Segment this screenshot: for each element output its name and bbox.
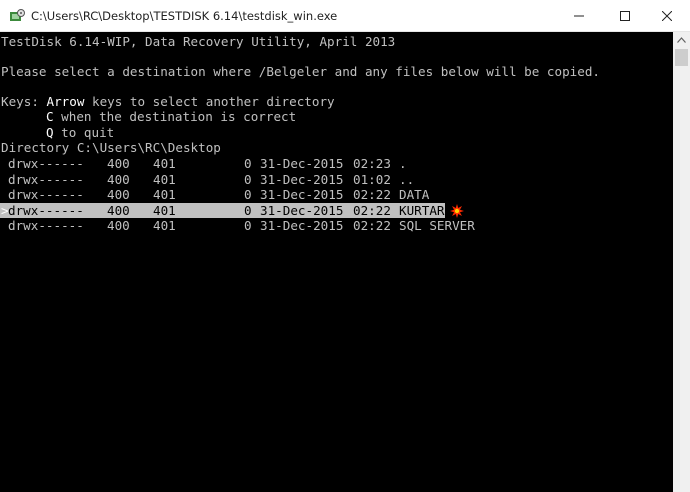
keys-arrow-desc: keys to select another directory (84, 94, 335, 109)
entry-gid: 401 (153, 218, 176, 233)
entry-uid: 400 (107, 218, 130, 233)
close-icon (662, 10, 672, 21)
console-window: C:\Users\RC\Desktop\TESTDISK 6.14\testdi… (0, 0, 690, 492)
entry-size: 0 (244, 187, 252, 202)
entry-gid: 401 (153, 156, 176, 171)
testdisk-app-icon (10, 9, 25, 21)
entry-uid: 400 (107, 202, 130, 218)
keys-help-line-2: C when the destination is correct (46, 109, 296, 124)
prompt-line: Please select a destination where /Belge… (1, 64, 600, 79)
entry-date: 31-Dec-2015 (260, 202, 344, 218)
directory-path: Directory C:\Users\RC\Desktop (1, 140, 221, 155)
directory-entry[interactable]: drwx------ 400 401 0 31-Dec-2015 02:23. (0, 156, 673, 171)
directory-entry[interactable]: drwx------ 400 401 0 31-Dec-2015 02:22 DATA (0, 187, 673, 202)
entry-date: 31-Dec-2015 (260, 156, 344, 171)
header-line: TestDisk 6.14-WIP, Data Recovery Utility… (1, 34, 396, 49)
entry-perms: drwx------ (8, 202, 84, 218)
key-c: C (46, 109, 54, 124)
entry-perms: drwx------ (8, 156, 84, 171)
entry-name: .. (399, 171, 415, 187)
entry-date: 31-Dec-2015 (260, 171, 344, 187)
entry-name: DATA (399, 187, 430, 202)
entry-size: 0 (244, 218, 252, 233)
minimize-button[interactable] (556, 0, 602, 31)
entry-name: SQL SERVER (399, 218, 475, 233)
entry-uid: 400 (107, 187, 130, 202)
entry-time: 02:22 (353, 202, 391, 218)
key-arrow: Arrow (46, 94, 85, 109)
entry-gid: 401 (153, 187, 176, 202)
entry-perms: drwx------ (8, 218, 84, 233)
maximize-button[interactable] (602, 0, 648, 31)
entry-uid: 400 (107, 171, 130, 187)
entry-date: 31-Dec-2015 (260, 218, 344, 233)
close-button[interactable] (644, 0, 690, 31)
keys-help-line-1: Keys: Arrow keys to select another direc… (1, 94, 335, 109)
maximize-icon (620, 10, 630, 21)
keys-c-desc: when the destination is correct (53, 109, 297, 124)
entry-time: 02:23 (353, 156, 391, 171)
entry-time: 02:22 (353, 187, 391, 202)
entry-size: 0 (244, 171, 252, 187)
keys-q-desc: to quit (53, 125, 115, 140)
entry-time: 01:02 (353, 171, 391, 187)
entry-gid: 401 (153, 202, 176, 218)
console-output: TestDisk 6.14-WIP, Data Recovery Utility… (0, 32, 673, 492)
minimize-icon (574, 15, 584, 16)
keys-prefix: Keys: (1, 94, 47, 109)
entry-time: 02:22 (353, 218, 391, 233)
directory-entry[interactable]: > drwx------ 400 401 0 31-Dec-2015 02:22 KURTAR (0, 202, 673, 218)
chevron-up-icon (677, 37, 686, 43)
directory-entry[interactable]: drwx------ 400 401 0 31-Dec-2015 01:02.. (0, 172, 673, 187)
scroll-up-button[interactable] (673, 32, 690, 48)
directory-entry[interactable]: drwx------ 400 401 0 31-Dec-2015 02:22 SQL SER… (0, 218, 673, 233)
entry-gid: 401 (153, 171, 176, 187)
keys-help-line-3: Q to quit (46, 125, 114, 140)
entry-size: 0 (244, 156, 252, 171)
scroll-thumb[interactable] (675, 49, 688, 66)
vertical-scrollbar[interactable] (673, 32, 690, 492)
title-bar[interactable]: C:\Users\RC\Desktop\TESTDISK 6.14\testdi… (0, 0, 690, 32)
entry-perms: drwx------ (8, 187, 84, 202)
key-q: Q (46, 125, 54, 140)
entry-perms: drwx------ (8, 171, 84, 187)
entry-uid: 400 (107, 156, 130, 171)
entry-name: . (399, 156, 407, 171)
window-title: C:\Users\RC\Desktop\TESTDISK 6.14\testdi… (31, 9, 338, 23)
red-burst-marker-icon (450, 203, 464, 218)
entry-size: 0 (244, 202, 252, 218)
entry-date: 31-Dec-2015 (260, 187, 344, 202)
entry-name: KURTAR (399, 202, 445, 218)
